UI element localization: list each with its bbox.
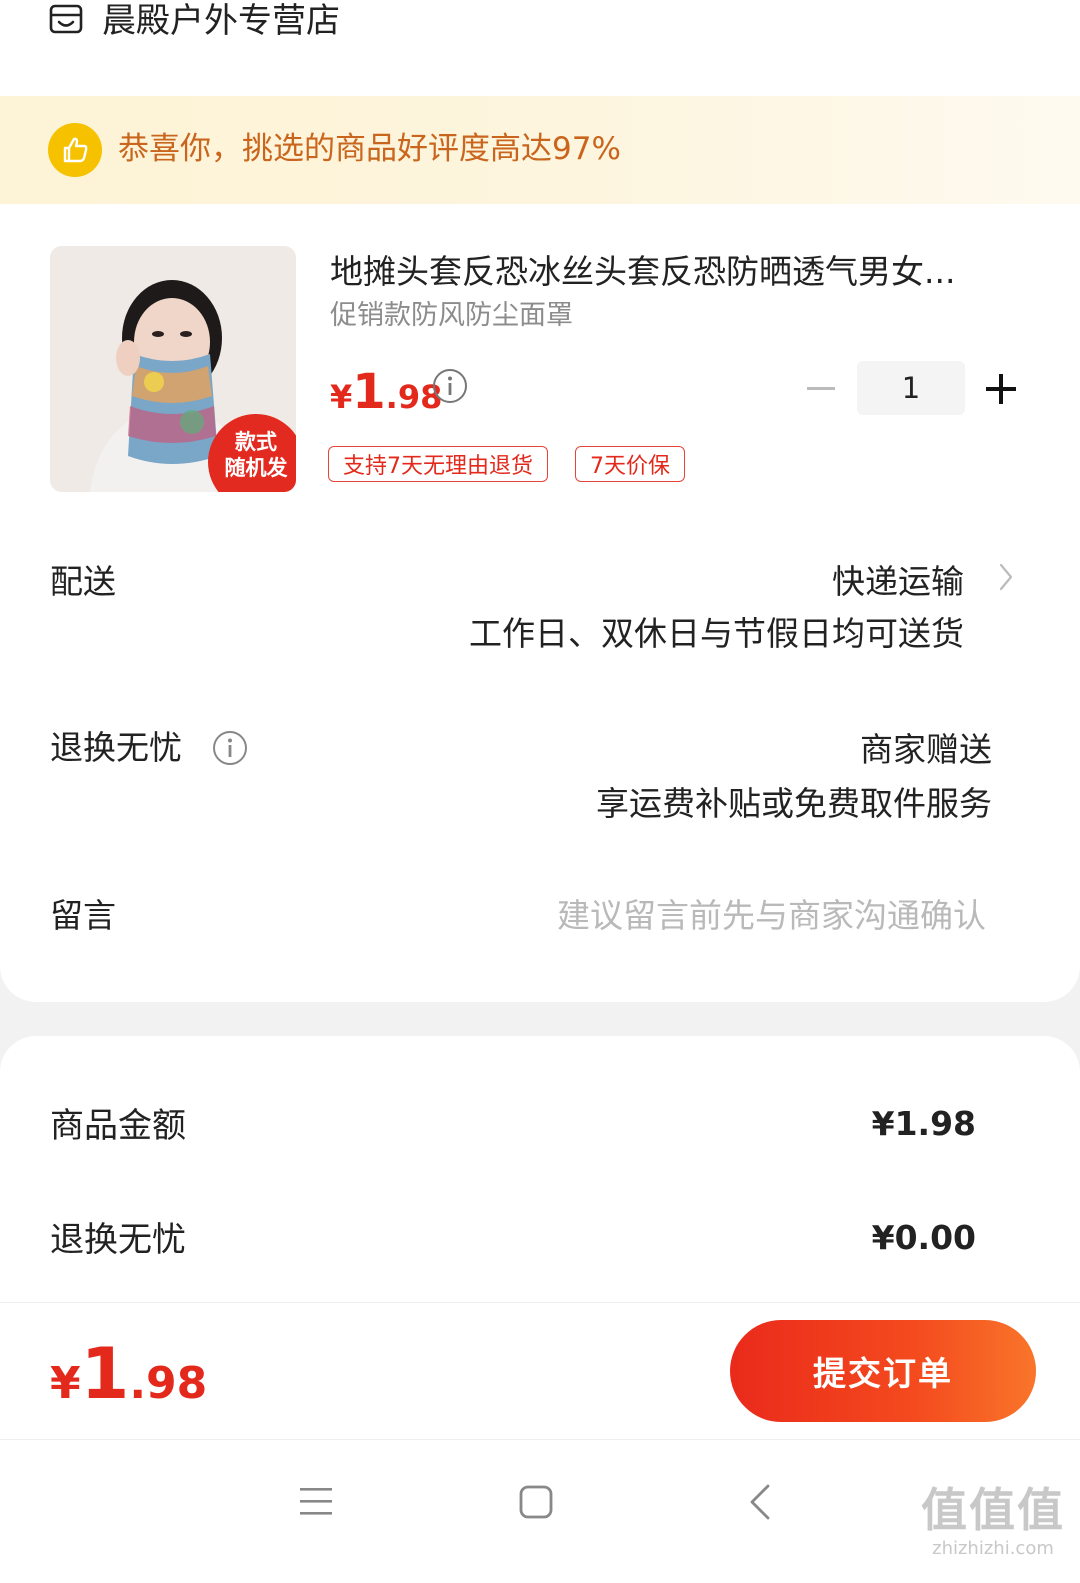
order-card: 款式 随机发 地摊头套反恐冰丝头套反恐防晒透气男女... 促销款防风防尘面罩 ¥… bbox=[0, 204, 1080, 1002]
return-info-icon[interactable] bbox=[212, 730, 248, 766]
price-integer: 1 bbox=[352, 364, 386, 420]
badge-line1: 款式 bbox=[235, 430, 277, 454]
checkout-bar: ¥1.98 提交订单 bbox=[0, 1302, 1080, 1440]
plus-icon bbox=[986, 374, 1016, 404]
store-name[interactable]: 晨殿户外专营店 bbox=[102, 0, 340, 42]
return-worry-free-label: 退换无忧 bbox=[50, 728, 182, 767]
rating-banner: 恭喜你，挑选的商品好评度高达97% bbox=[0, 96, 1080, 204]
chevron-right-icon[interactable] bbox=[998, 562, 1014, 592]
price-info-icon[interactable] bbox=[432, 368, 468, 404]
summary-item-value: ¥1.98 bbox=[871, 1104, 976, 1143]
watermark-url: zhizhizhi.com bbox=[932, 1538, 1054, 1559]
quantity-decrease-button[interactable] bbox=[804, 369, 838, 409]
product-title[interactable]: 地摊头套反恐冰丝头套反恐防晒透气男女... bbox=[330, 250, 1020, 294]
summary-item-value: ¥0.00 bbox=[871, 1218, 976, 1257]
total-price: ¥1.98 bbox=[50, 1329, 207, 1438]
return-worry-free-value: 商家赠送 bbox=[860, 730, 992, 769]
store-icon bbox=[49, 4, 83, 34]
banner-text: 恭喜你，挑选的商品好评度高达97% bbox=[118, 131, 621, 167]
total-symbol: ¥ bbox=[50, 1358, 81, 1409]
delivery-note: 工作日、双休日与节假日均可送货 bbox=[469, 614, 964, 653]
delivery-method[interactable]: 快递运输 bbox=[832, 560, 964, 604]
summary-item-label: 退换无忧 bbox=[50, 1220, 186, 1260]
quantity-value[interactable]: 1 bbox=[857, 361, 965, 415]
home-icon[interactable] bbox=[516, 1482, 556, 1522]
return-worry-free-note: 享运费补贴或免费取件服务 bbox=[596, 784, 992, 823]
quantity-increase-button[interactable] bbox=[982, 369, 1020, 409]
message-label: 留言 bbox=[50, 896, 116, 935]
product-sku[interactable]: 促销款防风防尘面罩 bbox=[330, 296, 573, 336]
back-icon[interactable] bbox=[742, 1482, 782, 1522]
return-policy-tag: 支持7天无理由退货 bbox=[328, 446, 548, 482]
thumbs-up-icon bbox=[48, 123, 102, 177]
minus-icon bbox=[807, 387, 835, 390]
system-nav-bar: 值值值 zhizhizhi.com bbox=[0, 1440, 1080, 1583]
menu-icon[interactable] bbox=[296, 1482, 336, 1522]
price-protection-tag: 7天价保 bbox=[575, 446, 685, 482]
delivery-label: 配送 bbox=[50, 562, 116, 601]
summary-card: 商品金额 ¥1.98 退换无忧 ¥0.00 bbox=[0, 1036, 1080, 1302]
product-image[interactable]: 款式 随机发 bbox=[50, 246, 296, 492]
submit-order-button[interactable]: 提交订单 bbox=[730, 1320, 1036, 1422]
watermark-logo: 值值值 zhizhizhi.com bbox=[918, 1482, 1068, 1578]
store-header: 晨殿户外专营店 bbox=[0, 0, 1080, 96]
badge-line2: 随机发 bbox=[224, 456, 288, 480]
summary-item-label: 商品金额 bbox=[50, 1106, 186, 1146]
message-input[interactable]: 建议留言前先与商家沟通确认 bbox=[557, 894, 986, 938]
product-price: ¥1.98 bbox=[330, 364, 442, 431]
watermark-mark: 值值值 bbox=[921, 1483, 1065, 1537]
price-symbol: ¥ bbox=[330, 378, 353, 416]
total-integer: 1 bbox=[80, 1333, 130, 1415]
total-decimal: .98 bbox=[129, 1358, 208, 1409]
